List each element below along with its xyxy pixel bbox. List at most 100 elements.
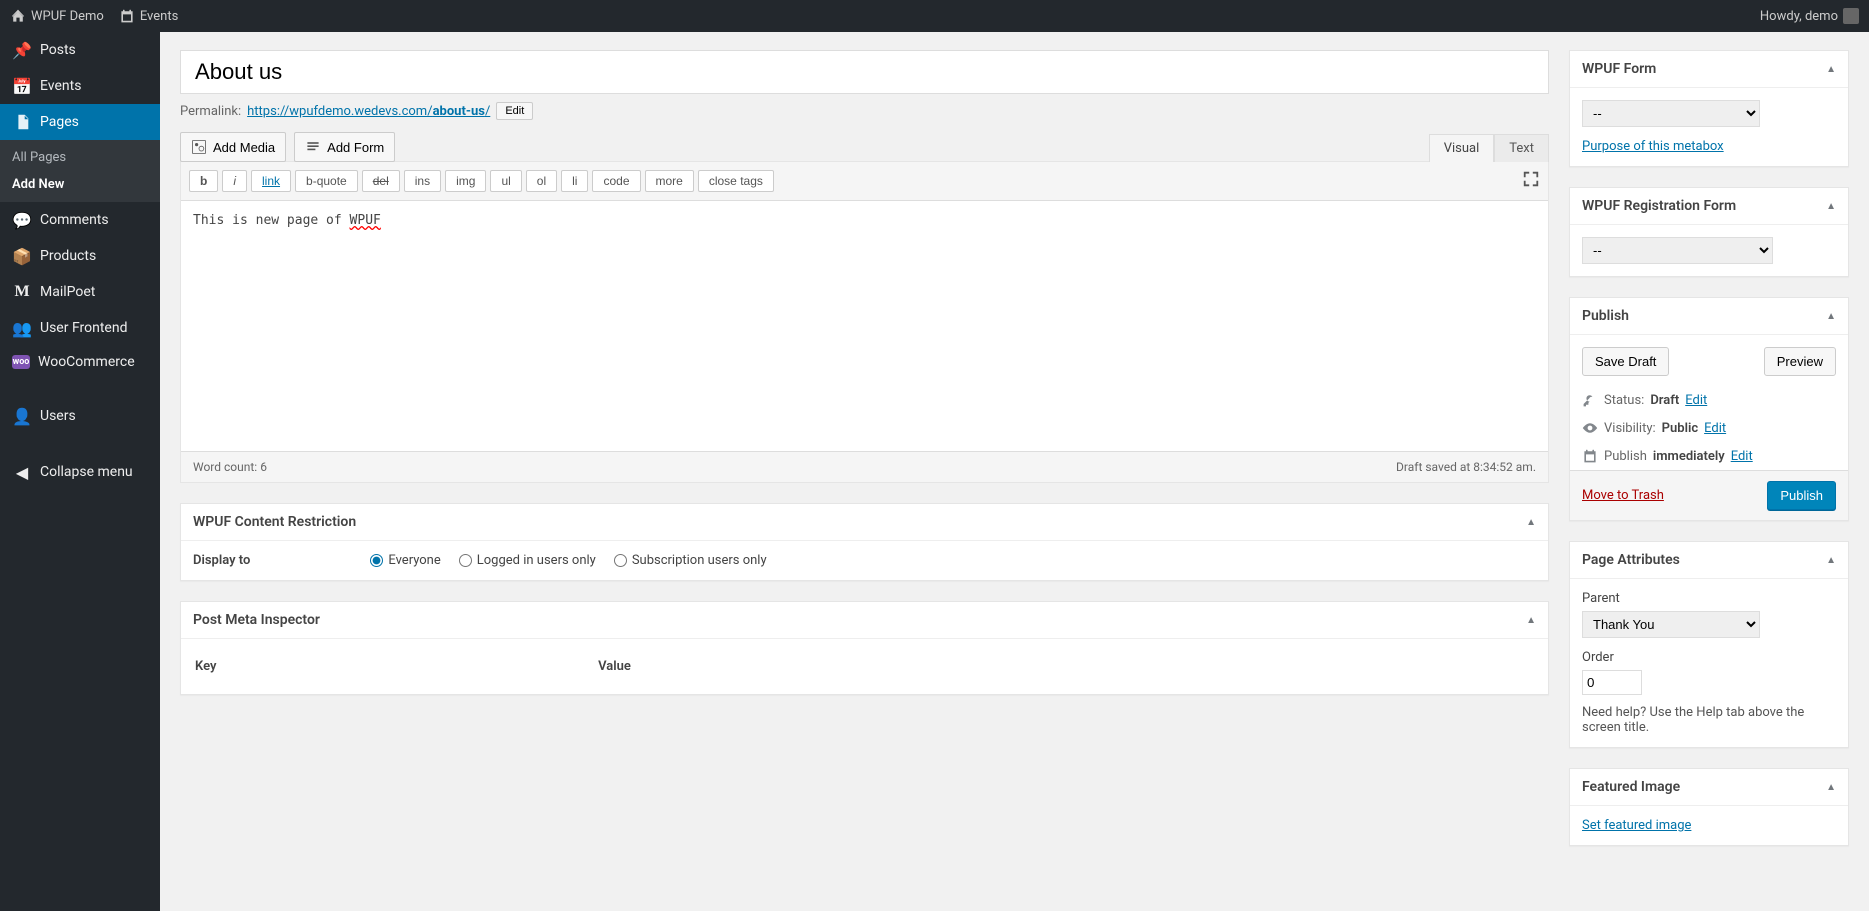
edit-visibility-link[interactable]: Edit bbox=[1704, 421, 1726, 436]
publish-box: Publish ▲ Save Draft Preview Status: Dra… bbox=[1569, 297, 1849, 521]
media-icon bbox=[191, 139, 207, 155]
featured-image-box: Featured Image ▲ Set featured image bbox=[1569, 768, 1849, 846]
sidebar-item-mailpoet[interactable]: M MailPoet bbox=[0, 274, 160, 310]
qt-ol[interactable]: ol bbox=[526, 170, 557, 192]
display-to-label: Display to bbox=[193, 553, 250, 568]
woo-icon: woo bbox=[12, 355, 30, 369]
toggle-wpuf-form[interactable]: ▲ bbox=[1826, 64, 1836, 75]
move-to-trash-link[interactable]: Move to Trash bbox=[1582, 488, 1664, 503]
editor-container: b i link b-quote del ins img ul ol li co… bbox=[180, 161, 1549, 483]
toolbar-user-menu[interactable]: Howdy, demo bbox=[1760, 8, 1859, 24]
add-form-button[interactable]: Add Form bbox=[294, 132, 395, 162]
sidebar-item-users[interactable]: 👤 Users bbox=[0, 398, 160, 434]
pmi-header-key: Key bbox=[195, 653, 596, 680]
qt-ul[interactable]: ul bbox=[490, 170, 521, 192]
toolbar-site-link[interactable]: WPUF Demo bbox=[10, 8, 104, 24]
permalink-link[interactable]: https://wpufdemo.wedevs.com/about-us/ bbox=[247, 104, 490, 119]
permalink-row: Permalink: https://wpufdemo.wedevs.com/a… bbox=[180, 102, 1549, 120]
edit-status-link[interactable]: Edit bbox=[1685, 393, 1707, 408]
wpuf-form-title: WPUF Form bbox=[1582, 61, 1656, 77]
wpuf-reg-box: WPUF Registration Form ▲ -- bbox=[1569, 187, 1849, 277]
autosave-status: Draft saved at 8:34:52 am. bbox=[1396, 460, 1536, 474]
toggle-content-restriction[interactable]: ▲ bbox=[1526, 517, 1536, 528]
toggle-page-attrs[interactable]: ▲ bbox=[1826, 555, 1836, 566]
visibility-icon bbox=[1582, 420, 1598, 436]
content-restriction-title: WPUF Content Restriction bbox=[193, 514, 356, 530]
toggle-wpuf-reg[interactable]: ▲ bbox=[1826, 201, 1836, 212]
order-input[interactable] bbox=[1582, 670, 1642, 695]
featured-image-title: Featured Image bbox=[1582, 779, 1680, 795]
save-draft-button[interactable]: Save Draft bbox=[1582, 347, 1669, 376]
toggle-pmi[interactable]: ▲ bbox=[1526, 615, 1536, 626]
avatar-icon bbox=[1843, 8, 1859, 24]
pin-icon: 📌 bbox=[12, 40, 32, 60]
qt-italic[interactable]: i bbox=[222, 170, 247, 192]
publish-status-row: Status: Draft Edit bbox=[1582, 386, 1836, 414]
set-featured-image-link[interactable]: Set featured image bbox=[1582, 818, 1691, 833]
qt-more[interactable]: more bbox=[645, 170, 694, 192]
toggle-publish[interactable]: ▲ bbox=[1826, 311, 1836, 322]
toolbar-events-link[interactable]: Events bbox=[119, 8, 178, 24]
mailpoet-icon: M bbox=[12, 282, 32, 302]
radio-everyone[interactable]: Everyone bbox=[370, 553, 440, 568]
key-icon bbox=[1582, 392, 1598, 408]
pmi-header-value: Value bbox=[598, 653, 1534, 680]
radio-subscription[interactable]: Subscription users only bbox=[614, 553, 767, 568]
edit-schedule-link[interactable]: Edit bbox=[1731, 449, 1753, 464]
qt-img[interactable]: img bbox=[445, 170, 486, 192]
content-textarea[interactable]: This is new page of WPUF bbox=[181, 201, 1548, 451]
page-title-input[interactable] bbox=[180, 50, 1549, 94]
post-meta-inspector-box: Post Meta Inspector ▲ KeyValue bbox=[180, 601, 1549, 695]
sidebar-item-user-frontend[interactable]: 👥 User Frontend bbox=[0, 310, 160, 346]
sidebar-item-products[interactable]: 📦 Products bbox=[0, 238, 160, 274]
page-icon bbox=[12, 112, 32, 132]
add-media-button[interactable]: Add Media bbox=[180, 132, 286, 162]
tab-text[interactable]: Text bbox=[1494, 134, 1549, 162]
home-icon bbox=[10, 8, 26, 24]
collapse-icon: ◀ bbox=[12, 462, 32, 482]
calendar-icon bbox=[119, 8, 135, 24]
submenu-all-pages[interactable]: All Pages bbox=[0, 144, 160, 171]
comment-icon: 💬 bbox=[12, 210, 32, 230]
wpuf-reg-title: WPUF Registration Form bbox=[1582, 198, 1736, 214]
sidebar-item-events[interactable]: 📅 Events bbox=[0, 68, 160, 104]
qt-ins[interactable]: ins bbox=[404, 170, 441, 192]
tab-visual[interactable]: Visual bbox=[1429, 134, 1495, 162]
page-attributes-title: Page Attributes bbox=[1582, 552, 1680, 568]
wpuf-form-select[interactable]: -- bbox=[1582, 100, 1760, 127]
content-restriction-box: WPUF Content Restriction ▲ Display to Ev… bbox=[180, 503, 1549, 581]
pmi-title: Post Meta Inspector bbox=[193, 612, 320, 628]
wpuf-form-purpose-link[interactable]: Purpose of this metabox bbox=[1582, 139, 1724, 154]
publish-button[interactable]: Publish bbox=[1767, 481, 1836, 510]
schedule-icon bbox=[1582, 448, 1598, 464]
fullscreen-icon[interactable] bbox=[1522, 170, 1540, 192]
user-frontend-icon: 👥 bbox=[12, 318, 32, 338]
qt-del[interactable]: del bbox=[362, 170, 400, 192]
pmi-table: KeyValue bbox=[193, 651, 1536, 682]
product-icon: 📦 bbox=[12, 246, 32, 266]
preview-button[interactable]: Preview bbox=[1764, 347, 1836, 376]
qt-link[interactable]: link bbox=[251, 170, 291, 192]
admin-sidebar: 📌 Posts 📅 Events Pages All Pages Add New… bbox=[0, 32, 160, 911]
publish-title: Publish bbox=[1582, 308, 1629, 324]
wpuf-reg-select[interactable]: -- bbox=[1582, 237, 1773, 264]
submenu-add-new[interactable]: Add New bbox=[0, 171, 160, 198]
qt-bold[interactable]: b bbox=[189, 170, 218, 192]
sidebar-item-pages[interactable]: Pages bbox=[0, 104, 160, 140]
qt-code[interactable]: code bbox=[592, 170, 640, 192]
users-icon: 👤 bbox=[12, 406, 32, 426]
qt-bquote[interactable]: b-quote bbox=[295, 170, 358, 192]
sidebar-item-woocommerce[interactable]: woo WooCommerce bbox=[0, 346, 160, 378]
sidebar-item-posts[interactable]: 📌 Posts bbox=[0, 32, 160, 68]
admin-toolbar: WPUF Demo Events Howdy, demo bbox=[0, 0, 1869, 32]
sidebar-item-collapse[interactable]: ◀ Collapse menu bbox=[0, 454, 160, 490]
sidebar-item-comments[interactable]: 💬 Comments bbox=[0, 202, 160, 238]
parent-select[interactable]: Thank You bbox=[1582, 611, 1760, 638]
qt-close[interactable]: close tags bbox=[698, 170, 774, 192]
edit-permalink-button[interactable]: Edit bbox=[496, 102, 533, 120]
calendar-icon: 📅 bbox=[12, 76, 32, 96]
qt-li[interactable]: li bbox=[561, 170, 588, 192]
radio-logged-in[interactable]: Logged in users only bbox=[459, 553, 596, 568]
toggle-featured-image[interactable]: ▲ bbox=[1826, 782, 1836, 793]
permalink-label: Permalink: bbox=[180, 104, 241, 119]
